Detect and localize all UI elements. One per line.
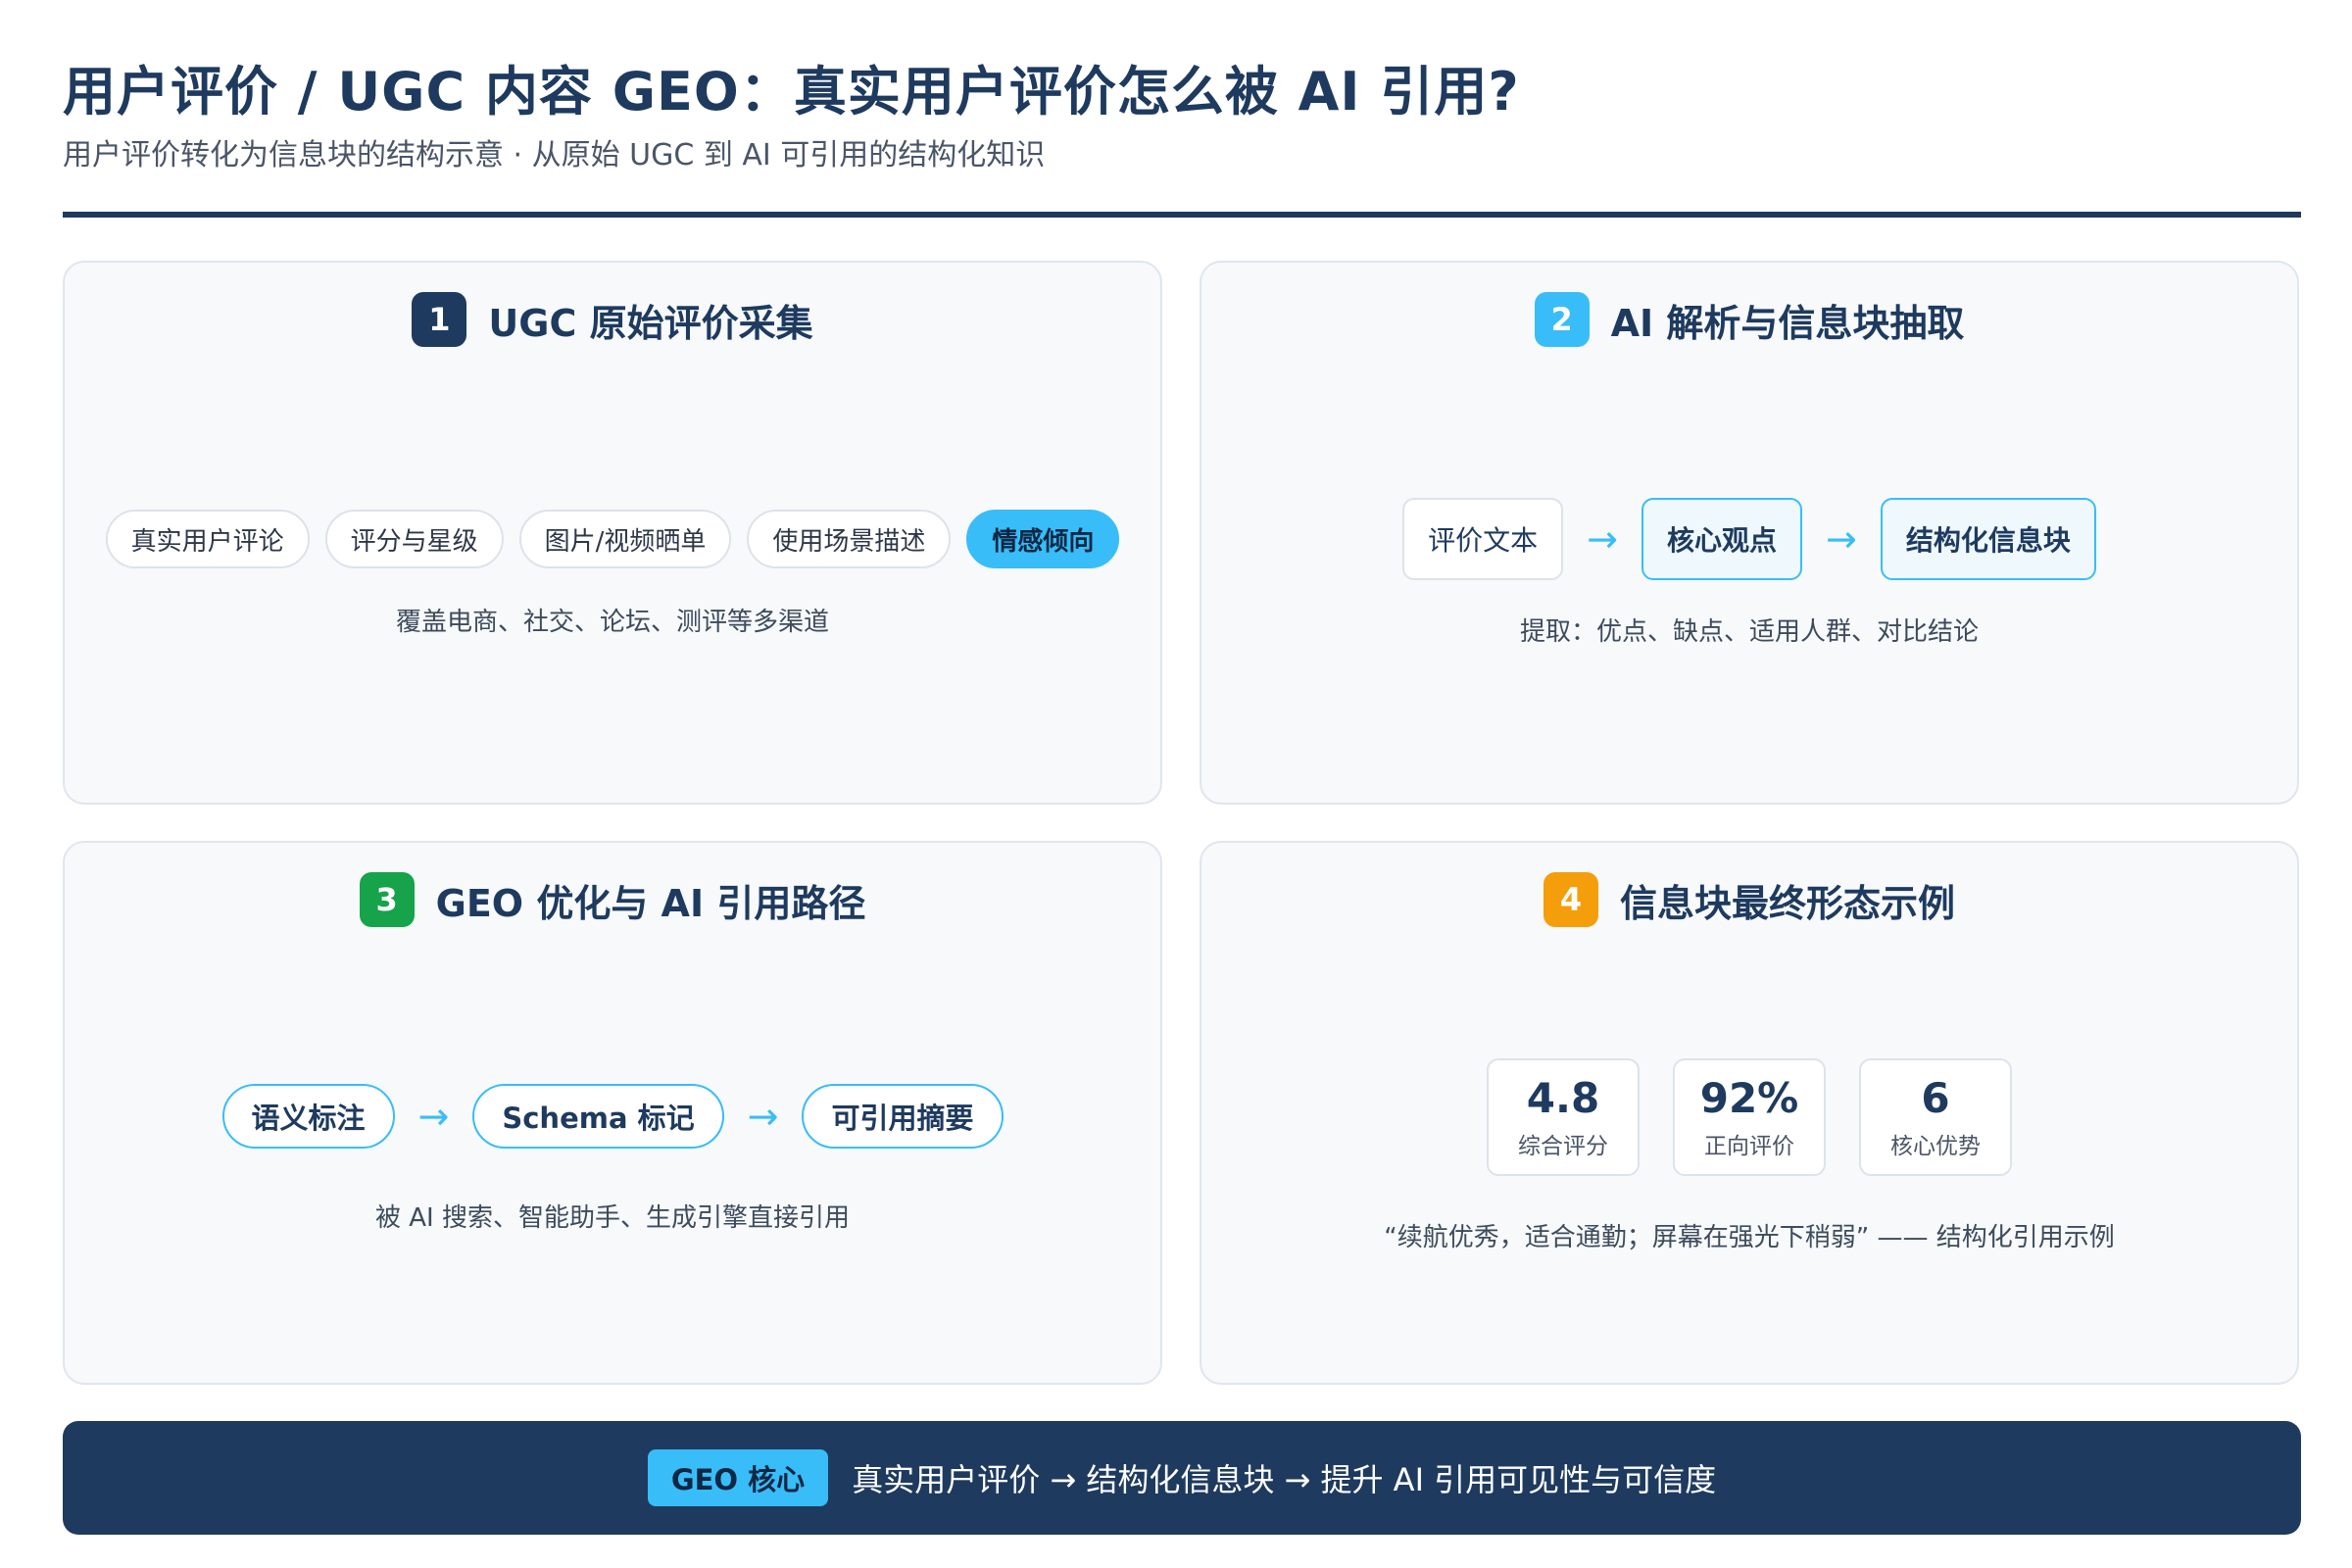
flow-pill-schema: Schema 标记 bbox=[472, 1084, 724, 1149]
stats-row: 4.8 综合评分 92% 正向评价 6 核心优势 bbox=[1201, 1058, 2297, 1176]
flow-box-structured-block: 结构化信息块 bbox=[1880, 498, 2096, 580]
stat-card-positive: 92% 正向评价 bbox=[1673, 1058, 1826, 1176]
arrow-right-icon: → bbox=[417, 1095, 450, 1138]
panel-title-row: 1 UGC 原始评价采集 bbox=[65, 292, 1160, 347]
page-subtitle: 用户评价转化为信息块的结构示意 · 从原始 UGC 到 AI 可引用的结构化知识 bbox=[63, 138, 1046, 172]
flow-pill-semantic: 语义标注 bbox=[221, 1084, 395, 1149]
stat-label: 核心优势 bbox=[1890, 1134, 1981, 1159]
chip-scenarios: 使用场景描述 bbox=[747, 510, 952, 568]
chip-real-comments: 真实用户评论 bbox=[105, 510, 310, 568]
page-header: 用户评价 / UGC 内容 GEO：真实用户评价怎么被 AI 引用? 用户评价转… bbox=[63, 57, 2289, 176]
panel-title-row: 3 GEO 优化与 AI 引用路径 bbox=[65, 872, 1160, 927]
arrow-right-icon: → bbox=[747, 1095, 779, 1138]
panel-title-row: 4 信息块最终形态示例 bbox=[1201, 872, 2297, 927]
arrow-right-icon: → bbox=[1587, 517, 1618, 561]
example-quote: “续航优秀，适合通勤；屏幕在强光下稍弱” —— 结构化引用示例 bbox=[1384, 1223, 2115, 1252]
arrow-right-icon: → bbox=[1826, 517, 1857, 561]
stat-value: 6 bbox=[1921, 1074, 1950, 1122]
flow-box-core-points: 核心观点 bbox=[1641, 498, 1802, 580]
panel-title: GEO 优化与 AI 引用路径 bbox=[435, 881, 866, 925]
chip-ratings: 评分与星级 bbox=[324, 510, 504, 568]
flow-pill-summary: 可引用摘要 bbox=[802, 1084, 1004, 1149]
panel-final-example: 4 信息块最终形态示例 4.8 综合评分 92% 正向评价 6 核心优势 “续航… bbox=[1200, 841, 2299, 1385]
panel-ugc-collection: 1 UGC 原始评价采集 真实用户评论 评分与星级 图片/视频晒单 使用场景描述… bbox=[63, 261, 1162, 805]
page-title: 用户评价 / UGC 内容 GEO：真实用户评价怎么被 AI 引用? bbox=[63, 61, 1520, 122]
step-number-badge: 2 bbox=[1534, 292, 1590, 347]
flow-box-review-text: 评价文本 bbox=[1402, 498, 1564, 580]
stat-label: 综合评分 bbox=[1518, 1134, 1608, 1159]
stat-card-rating: 4.8 综合评分 bbox=[1487, 1058, 1640, 1176]
footer-banner: GEO 核心 真实用户评价 → 结构化信息块 → 提升 AI 引用可见性与可信度 bbox=[63, 1421, 2301, 1535]
panel-title-row: 2 AI 解析与信息块抽取 bbox=[1201, 292, 2297, 347]
header-divider bbox=[63, 212, 2301, 218]
panel-note: 覆盖电商、社交、论坛、测评等多渠道 bbox=[395, 608, 829, 637]
panel-title: 信息块最终形态示例 bbox=[1619, 881, 1955, 925]
flow-row: 语义标注 → Schema 标记 → 可引用摘要 bbox=[65, 1084, 1160, 1149]
stat-value: 4.8 bbox=[1526, 1074, 1600, 1122]
panel-ai-extraction: 2 AI 解析与信息块抽取 评价文本 → 核心观点 → 结构化信息块 提取：优点… bbox=[1200, 261, 2299, 805]
chip-row: 真实用户评论 评分与星级 图片/视频晒单 使用场景描述 情感倾向 bbox=[65, 510, 1160, 568]
panel-title: AI 解析与信息块抽取 bbox=[1610, 301, 1965, 345]
stat-card-advantages: 6 核心优势 bbox=[1859, 1058, 2012, 1176]
footer-badge: GEO 核心 bbox=[647, 1449, 829, 1506]
chip-media: 图片/视频晒单 bbox=[518, 510, 732, 568]
footer-text: 真实用户评价 → 结构化信息块 → 提升 AI 引用可见性与可信度 bbox=[852, 1461, 1717, 1498]
stat-label: 正向评价 bbox=[1704, 1134, 1794, 1159]
step-number-badge: 3 bbox=[359, 872, 415, 927]
panel-geo-path: 3 GEO 优化与 AI 引用路径 语义标注 → Schema 标记 → 可引用… bbox=[63, 841, 1162, 1385]
step-number-badge: 1 bbox=[412, 292, 467, 347]
flow-row: 评价文本 → 核心观点 → 结构化信息块 bbox=[1201, 498, 2297, 580]
chip-sentiment: 情感倾向 bbox=[966, 510, 1120, 568]
panel-note: 被 AI 搜索、智能助手、生成引擎直接引用 bbox=[375, 1203, 850, 1233]
panel-title: UGC 原始评价采集 bbox=[488, 301, 813, 345]
step-number-badge: 4 bbox=[1543, 872, 1598, 927]
stat-value: 92% bbox=[1699, 1074, 1799, 1122]
panel-note: 提取：优点、缺点、适用人群、对比结论 bbox=[1519, 617, 1979, 647]
